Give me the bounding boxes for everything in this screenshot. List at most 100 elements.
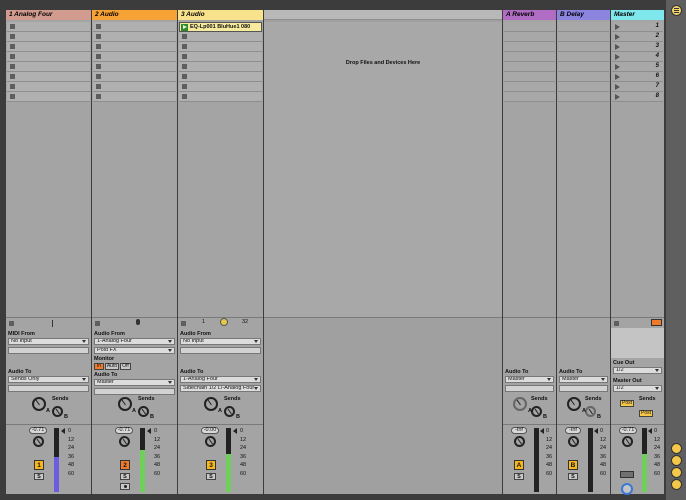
clip-slot[interactable] bbox=[179, 82, 262, 92]
stop-icon[interactable] bbox=[10, 64, 15, 69]
solo-button[interactable]: S bbox=[568, 473, 578, 480]
send-b-knob[interactable] bbox=[138, 406, 149, 417]
send-b-knob[interactable] bbox=[531, 406, 542, 417]
scene-launch[interactable]: 8 bbox=[612, 92, 663, 102]
cue-out-select[interactable]: 1/2 bbox=[613, 367, 662, 374]
input-select[interactable]: 1-Analog Four bbox=[94, 338, 175, 345]
volume-readout[interactable]: -0.00 bbox=[201, 427, 219, 434]
pan-knob[interactable] bbox=[622, 436, 633, 447]
sends-toggle-icon[interactable] bbox=[671, 455, 682, 466]
post-button-a[interactable]: Post bbox=[620, 400, 634, 407]
stop-icon[interactable] bbox=[10, 54, 15, 59]
stop-icon[interactable] bbox=[96, 64, 101, 69]
stop-all-icon[interactable] bbox=[181, 321, 186, 326]
crossfader-icon[interactable] bbox=[620, 471, 634, 478]
play-icon[interactable] bbox=[615, 84, 620, 90]
mixer-toggle-icon[interactable] bbox=[671, 479, 682, 490]
volume-fader-icon[interactable] bbox=[648, 428, 652, 434]
track-activator-button[interactable]: 2 bbox=[120, 460, 130, 470]
track-activator-button[interactable]: 1 bbox=[34, 460, 44, 470]
input-select[interactable]: No Input bbox=[180, 338, 261, 345]
volume-readout[interactable]: -Inf bbox=[511, 427, 527, 434]
clip-slot[interactable] bbox=[7, 92, 90, 102]
master-out-select[interactable]: 1/2 bbox=[613, 385, 662, 392]
stop-icon[interactable] bbox=[182, 44, 187, 49]
clip-slot[interactable] bbox=[93, 32, 176, 42]
scene-launch[interactable]: 6 bbox=[612, 72, 663, 82]
clip-slot[interactable] bbox=[179, 72, 262, 82]
monitor-off-button[interactable]: Off bbox=[120, 363, 131, 370]
clip-slot[interactable] bbox=[7, 32, 90, 42]
stop-icon[interactable] bbox=[96, 34, 101, 39]
stop-icon[interactable] bbox=[96, 24, 101, 29]
clip-slot[interactable] bbox=[7, 82, 90, 92]
stop-icon[interactable] bbox=[96, 84, 101, 89]
pan-knob[interactable] bbox=[33, 436, 44, 447]
clip-slot[interactable] bbox=[179, 42, 262, 52]
clip-slot[interactable] bbox=[93, 22, 176, 32]
output-channel-select[interactable]: Sidechain 1/2 L/-Analog Four bbox=[180, 385, 261, 392]
stop-icon[interactable] bbox=[182, 74, 187, 79]
input-channel-select[interactable]: Post FX bbox=[94, 347, 175, 354]
send-b-knob[interactable] bbox=[52, 406, 63, 417]
volume-readout[interactable]: -0.71 bbox=[29, 427, 47, 434]
solo-button[interactable]: S bbox=[34, 473, 44, 480]
return-header-a[interactable]: A Reverb bbox=[503, 10, 556, 20]
scene-launch[interactable]: 5 bbox=[612, 62, 663, 72]
output-channel-select[interactable] bbox=[94, 388, 175, 395]
clip-slot[interactable] bbox=[7, 22, 90, 32]
volume-fader-icon[interactable] bbox=[61, 428, 65, 434]
scene-launch[interactable]: 3 bbox=[612, 42, 663, 52]
clip[interactable]: EQ-Lp001 BluHue1 080 bbox=[179, 22, 262, 32]
play-icon[interactable] bbox=[615, 74, 620, 80]
track-header-1[interactable]: 1 Analog Four bbox=[6, 10, 91, 20]
solo-button[interactable]: S bbox=[514, 473, 524, 480]
clip-slot[interactable] bbox=[7, 52, 90, 62]
stop-icon[interactable] bbox=[182, 94, 187, 99]
track-header-3[interactable]: 3 Audio bbox=[178, 10, 263, 20]
volume-readout[interactable]: -Inf bbox=[565, 427, 581, 434]
output-channel-select[interactable] bbox=[8, 385, 89, 392]
output-select[interactable]: Sends Only bbox=[8, 376, 89, 383]
input-select[interactable]: No Input bbox=[8, 338, 89, 345]
pan-knob[interactable] bbox=[205, 436, 216, 447]
input-channel-select[interactable] bbox=[180, 347, 261, 354]
scene-launch[interactable]: 1 bbox=[612, 22, 663, 32]
stop-all-clips-icon[interactable] bbox=[614, 321, 619, 326]
stop-icon[interactable] bbox=[96, 94, 101, 99]
pan-knob[interactable] bbox=[119, 436, 130, 447]
volume-fader-icon[interactable] bbox=[540, 428, 544, 434]
volume-readout[interactable]: -0.71 bbox=[619, 427, 637, 434]
solo-button[interactable]: S bbox=[206, 473, 216, 480]
stop-icon[interactable] bbox=[96, 54, 101, 59]
clip-slot[interactable] bbox=[7, 72, 90, 82]
solo-button[interactable]: S bbox=[120, 473, 130, 480]
stop-icon[interactable] bbox=[182, 54, 187, 59]
stop-icon[interactable] bbox=[10, 24, 15, 29]
drop-area[interactable]: Drop Files and Devices Here bbox=[264, 10, 502, 494]
send-b-knob[interactable] bbox=[585, 406, 596, 417]
stop-icon[interactable] bbox=[10, 94, 15, 99]
play-icon[interactable] bbox=[615, 64, 620, 70]
volume-readout[interactable]: -0.71 bbox=[115, 427, 133, 434]
volume-fader-icon[interactable] bbox=[594, 428, 598, 434]
return-header-b[interactable]: B Delay bbox=[557, 10, 610, 20]
scene-launch[interactable]: 4 bbox=[612, 52, 663, 62]
clip-slot[interactable] bbox=[93, 72, 176, 82]
output-select[interactable]: Master bbox=[505, 376, 554, 383]
pan-knob[interactable] bbox=[514, 436, 525, 447]
output-select[interactable]: 1-Analog Four bbox=[180, 376, 261, 383]
clip-slot[interactable] bbox=[179, 32, 262, 42]
cue-volume-knob[interactable] bbox=[621, 483, 633, 495]
send-a-knob[interactable] bbox=[513, 397, 527, 411]
clip-slot[interactable] bbox=[7, 42, 90, 52]
clip-slot[interactable] bbox=[93, 82, 176, 92]
drop-zone[interactable] bbox=[264, 22, 502, 318]
stop-icon[interactable] bbox=[182, 84, 187, 89]
stop-icon[interactable] bbox=[10, 84, 15, 89]
clip-slot[interactable] bbox=[179, 62, 262, 72]
stop-icon[interactable] bbox=[182, 34, 187, 39]
output-channel-select[interactable] bbox=[505, 385, 554, 392]
volume-fader-icon[interactable] bbox=[233, 428, 237, 434]
master-header[interactable]: Master bbox=[611, 10, 664, 20]
